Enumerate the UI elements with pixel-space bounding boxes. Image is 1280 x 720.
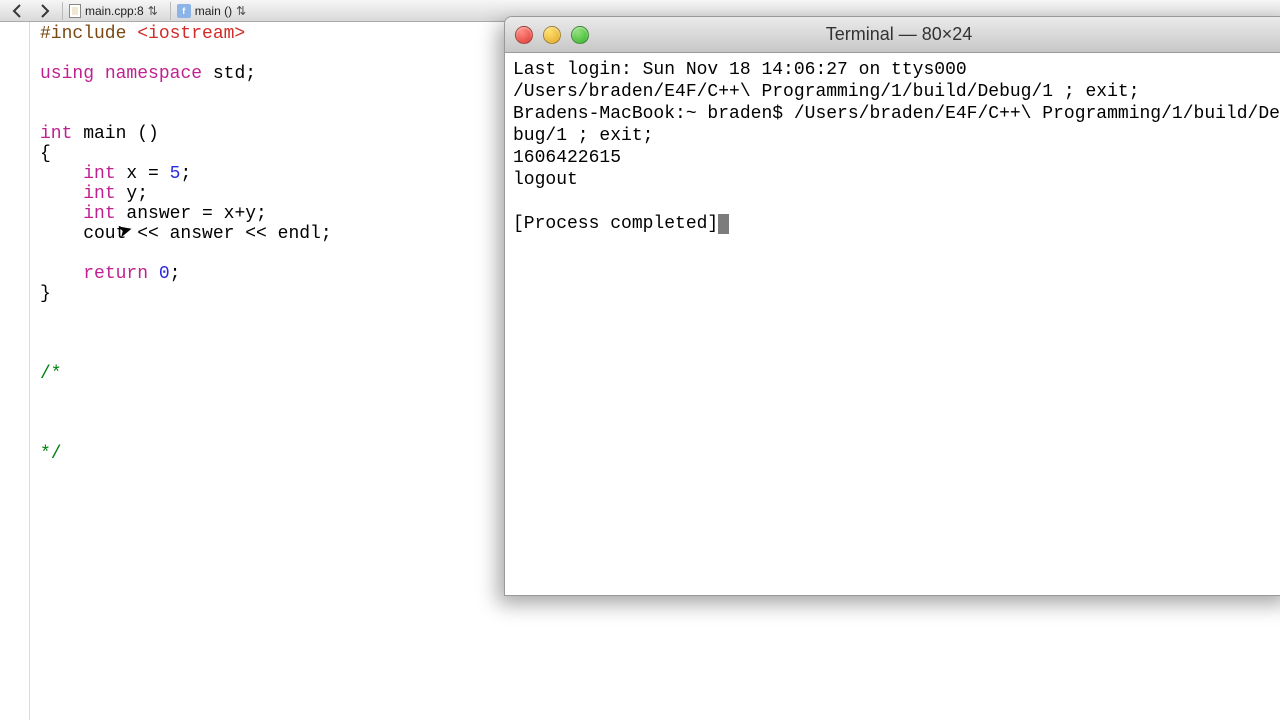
terminal-cursor: [718, 214, 729, 234]
main-signature: main (): [72, 124, 158, 144]
breadcrumb-file[interactable]: main.cpp:8 ⇅: [62, 2, 164, 20]
decl-x: x =: [116, 164, 170, 184]
indent: [40, 164, 83, 184]
number-literal: 5: [170, 164, 181, 184]
terminal-line: Bradens-MacBook:~ braden$ /Users/braden/…: [513, 104, 1280, 146]
cpp-file-icon: [69, 4, 81, 18]
cout-line: cout << answer << endl;: [40, 224, 332, 244]
indent: [40, 204, 83, 224]
namespace-value: std;: [213, 64, 256, 84]
window-controls: [515, 26, 589, 44]
terminal-title: Terminal — 80×24: [505, 24, 1280, 45]
keyword-int: int: [40, 124, 72, 144]
forward-button[interactable]: [34, 2, 56, 20]
semicolon: ;: [180, 164, 191, 184]
keyword-int: int: [83, 184, 115, 204]
chevron-left-icon: [11, 4, 23, 18]
brace-open: {: [40, 144, 51, 164]
editor-gutter: [0, 22, 30, 720]
terminal-titlebar[interactable]: Terminal — 80×24: [505, 17, 1280, 53]
back-button[interactable]: [6, 2, 28, 20]
comment-open: /*: [40, 364, 62, 384]
indent: [40, 264, 83, 284]
terminal-line: 1606422615: [513, 148, 621, 168]
decl-answer: answer = x+y;: [116, 204, 267, 224]
terminal-line: Last login: Sun Nov 18 14:06:27 on ttys0…: [513, 60, 967, 80]
terminal-line: [Process completed]: [513, 214, 718, 234]
indent: [40, 184, 83, 204]
decl-y: y;: [116, 184, 148, 204]
keyword-int: int: [83, 164, 115, 184]
breadcrumb-function-label: main (): [195, 4, 232, 18]
keyword-int: int: [83, 204, 115, 224]
preprocessor: #include: [40, 24, 137, 44]
keyword-return: return: [83, 264, 148, 284]
terminal-line: /Users/braden/E4F/C++\ Programming/1/bui…: [513, 82, 1140, 102]
include-header: <iostream>: [137, 24, 245, 44]
terminal-output[interactable]: Last login: Sun Nov 18 14:06:27 on ttys0…: [505, 53, 1280, 595]
terminal-line: logout: [513, 170, 578, 190]
keyword-namespace: namespace: [105, 64, 202, 84]
dropdown-arrows-icon: ⇅: [148, 4, 158, 18]
terminal-window[interactable]: Terminal — 80×24 Last login: Sun Nov 18 …: [504, 16, 1280, 596]
dropdown-arrows-icon: ⇅: [236, 4, 246, 18]
minimize-button[interactable]: [543, 26, 561, 44]
breadcrumb-function[interactable]: f main () ⇅: [170, 2, 252, 20]
number-literal: 0: [159, 264, 170, 284]
function-icon: f: [177, 4, 191, 18]
semicolon: ;: [170, 264, 181, 284]
keyword-using: using: [40, 64, 94, 84]
chevron-right-icon: [39, 4, 51, 18]
brace-close: }: [40, 284, 51, 304]
comment-close: */: [40, 444, 62, 464]
zoom-button[interactable]: [571, 26, 589, 44]
close-button[interactable]: [515, 26, 533, 44]
return-tail: [148, 264, 159, 284]
breadcrumb-file-label: main.cpp:8: [85, 4, 144, 18]
